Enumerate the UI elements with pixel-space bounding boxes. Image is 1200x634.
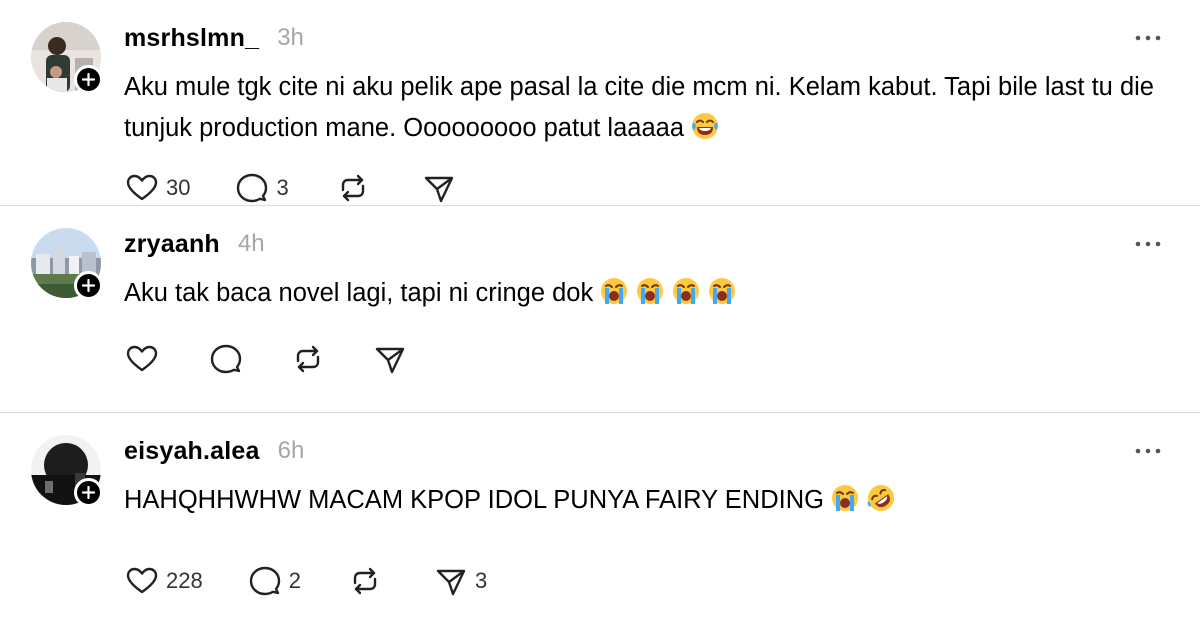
comment-icon xyxy=(237,173,268,203)
like-button[interactable]: 228 xyxy=(124,563,203,599)
reply-count: 3 xyxy=(276,175,289,200)
post-text-content: Aku tak baca novel lagi, tapi ni cringe … xyxy=(124,279,594,307)
heart-icon xyxy=(126,345,158,372)
repost-icon xyxy=(353,567,377,595)
send-icon xyxy=(424,176,453,203)
rolling-on-floor-laughing-emoji-icon xyxy=(867,485,894,511)
loudly-crying-emoji-icon xyxy=(709,278,736,304)
action-bar: 30 3 xyxy=(124,168,457,208)
username[interactable]: zryaanh xyxy=(124,230,220,259)
follow-button[interactable] xyxy=(74,478,103,507)
more-options-button[interactable] xyxy=(1128,230,1168,258)
loudly-crying-emoji-icon xyxy=(831,485,858,511)
loudly-crying-emoji-icon xyxy=(637,278,664,304)
loudly-crying-emoji-icon xyxy=(601,278,628,304)
repost-icon xyxy=(296,345,320,373)
share-button[interactable]: 3 xyxy=(433,563,487,599)
reply-button[interactable] xyxy=(208,341,244,377)
follow-button[interactable] xyxy=(74,65,103,94)
share-button[interactable] xyxy=(372,341,408,377)
thread-post: eisyah.alea 6h HAHQHHWHW MACAM KPOP IDOL… xyxy=(0,413,1200,634)
send-icon xyxy=(375,347,405,374)
send-icon xyxy=(436,569,466,596)
timestamp: 6h xyxy=(277,437,305,464)
plus-icon xyxy=(82,486,95,499)
tears-of-joy-emoji-icon xyxy=(692,113,719,139)
repost-button[interactable] xyxy=(335,170,371,206)
post-text-content: HAHQHHWHW MACAM KPOP IDOL PUNYA FAIRY EN… xyxy=(124,486,824,514)
reply-button[interactable]: 2 xyxy=(247,563,301,599)
plus-icon xyxy=(82,279,95,292)
like-button[interactable] xyxy=(124,341,160,377)
like-count: 228 xyxy=(166,568,203,593)
more-icon xyxy=(1135,35,1161,41)
more-icon xyxy=(1135,448,1161,454)
loudly-crying-emoji-icon xyxy=(673,278,700,304)
follow-button[interactable] xyxy=(74,271,103,300)
share-count: 3 xyxy=(474,568,488,593)
post-text: HAHQHHWHW MACAM KPOP IDOL PUNYA FAIRY EN… xyxy=(124,480,1154,521)
thread-post: zryaanh 4h Aku tak baca novel lagi, tapi… xyxy=(0,206,1200,413)
thread-post: msrhslmn_ 3h Aku mule tgk cite ni aku pe… xyxy=(0,0,1200,206)
reply-button[interactable]: 3 xyxy=(234,170,289,206)
post-text: Aku tak baca novel lagi, tapi ni cringe … xyxy=(124,273,1154,314)
timestamp: 4h xyxy=(237,230,265,257)
username[interactable]: eisyah.alea xyxy=(124,437,260,466)
share-button[interactable] xyxy=(421,170,457,206)
reply-count: 2 xyxy=(288,568,301,593)
plus-icon xyxy=(82,73,95,86)
username[interactable]: msrhslmn_ xyxy=(124,24,259,53)
heart-icon xyxy=(126,174,158,201)
more-options-button[interactable] xyxy=(1128,24,1168,52)
more-options-button[interactable] xyxy=(1128,437,1168,465)
timestamp: 3h xyxy=(277,24,304,51)
post-text-content: Aku mule tgk cite ni aku pelik ape pasal… xyxy=(124,73,1154,142)
comment-icon xyxy=(249,566,280,596)
post-text: Aku mule tgk cite ni aku pelik ape pasal… xyxy=(124,67,1154,149)
repost-icon xyxy=(341,174,364,202)
comment-icon xyxy=(210,344,242,374)
repost-button[interactable] xyxy=(347,563,383,599)
like-count: 30 xyxy=(166,175,191,200)
heart-icon xyxy=(126,567,158,594)
like-button[interactable]: 30 xyxy=(124,170,190,206)
action-bar xyxy=(124,339,408,379)
more-icon xyxy=(1135,241,1161,247)
action-bar: 228 2 3 xyxy=(124,561,487,601)
repost-button[interactable] xyxy=(290,341,326,377)
